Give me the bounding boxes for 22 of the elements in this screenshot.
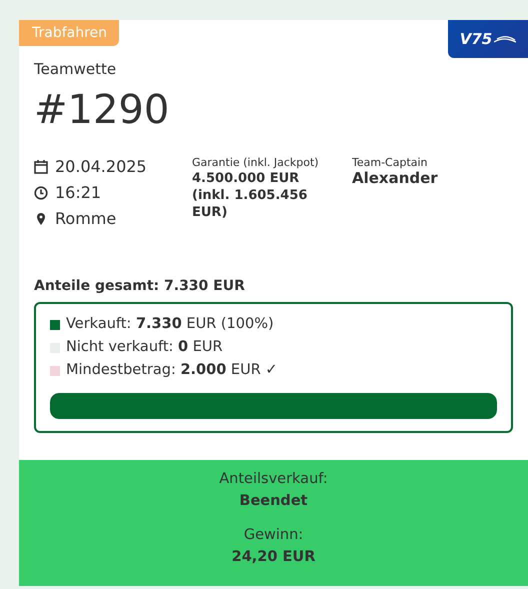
sale-status: Beendet (239, 492, 308, 511)
sale-label: Anteilsverkauf: (219, 470, 328, 489)
legend-text: Mindestbetrag: 2.000 EUR ✓ (66, 361, 278, 380)
calendar-icon (34, 160, 48, 174)
guarantee-value: 4.500.000 EUR (inkl. 1.605.456 EUR) (192, 170, 308, 221)
detail-text: 20.04.2025 (55, 156, 147, 178)
map-pin-icon (34, 212, 48, 226)
legend-text: Nicht verkauft: 0 EUR (66, 338, 223, 357)
detail-text: 16:21 (55, 182, 102, 204)
logo: V75 (448, 20, 528, 58)
captain-label: Team-Captain (352, 156, 429, 170)
category-badge: Trabfahren (19, 20, 120, 46)
clock-icon (34, 186, 48, 200)
win-label: Gewinn: (244, 526, 304, 545)
guarantee-label: Garantie (inkl. Jackpot) (192, 156, 320, 170)
shares-total: Anteile gesamt: 7.330 EUR (34, 278, 246, 294)
bet-number: #1290 (34, 86, 170, 134)
win-amount: 24,20 EUR (232, 548, 316, 567)
captain-name: Alexander (352, 170, 438, 187)
legend-text: Verkauft: 7.330 EUR (100%) (66, 315, 274, 334)
detail-text: Romme (55, 208, 116, 230)
bet-type: Teamwette (34, 60, 118, 78)
